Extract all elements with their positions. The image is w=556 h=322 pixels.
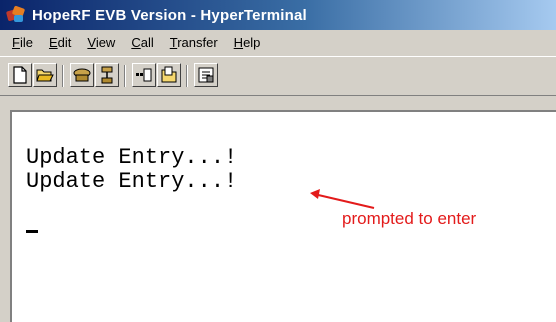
disconnect-button[interactable] — [95, 63, 119, 87]
annotation-label: prompted to enter — [342, 209, 477, 228]
new-button[interactable] — [8, 63, 32, 87]
receive-button[interactable] — [157, 63, 181, 87]
terminal-cursor — [26, 230, 38, 233]
terminal-content: Update Entry...! Update Entry...! — [26, 146, 556, 322]
connect-icon — [73, 68, 91, 82]
menu-bar: File Edit View Call Transfer Help — [0, 30, 556, 54]
title-bar[interactable]: HopeRF EVB Version - HyperTerminal — [0, 0, 556, 30]
toolbar-separator — [124, 65, 126, 87]
properties-button[interactable] — [194, 63, 218, 87]
menu-call[interactable]: Call — [129, 33, 155, 52]
new-icon — [13, 66, 27, 84]
toolbar — [0, 56, 556, 96]
menu-help-mnemonic: H — [233, 34, 244, 50]
window-title: HopeRF EVB Version - HyperTerminal — [32, 6, 307, 24]
menu-edit-mnemonic: E — [48, 34, 58, 50]
menu-file[interactable]: File — [10, 33, 35, 52]
terminal-line: Update Entry...! — [26, 145, 238, 170]
disconnect-icon — [101, 66, 113, 84]
send-button[interactable] — [132, 63, 156, 87]
menu-file-mnemonic: F — [12, 34, 20, 50]
menu-view[interactable]: View — [85, 33, 117, 52]
receive-icon — [161, 66, 177, 83]
connect-button[interactable] — [70, 63, 94, 87]
toolbar-separator — [186, 65, 188, 87]
open-icon — [36, 69, 54, 82]
menu-edit[interactable]: Edit — [47, 33, 73, 52]
hyperterminal-window: HopeRF EVB Version - HyperTerminal File … — [0, 0, 556, 322]
menu-help[interactable]: Help — [232, 33, 263, 52]
send-icon — [136, 68, 152, 82]
properties-icon — [198, 67, 214, 83]
menu-view-mnemonic: V — [87, 34, 96, 50]
menu-transfer[interactable]: Transfer — [168, 33, 220, 52]
terminal-line: Update Entry...! — [26, 169, 238, 194]
open-button[interactable] — [33, 63, 57, 87]
app-icon[interactable] — [5, 5, 26, 25]
menu-transfer-mnemonic: T — [169, 34, 178, 50]
menu-call-mnemonic: C — [131, 34, 141, 50]
toolbar-separator — [62, 65, 64, 87]
